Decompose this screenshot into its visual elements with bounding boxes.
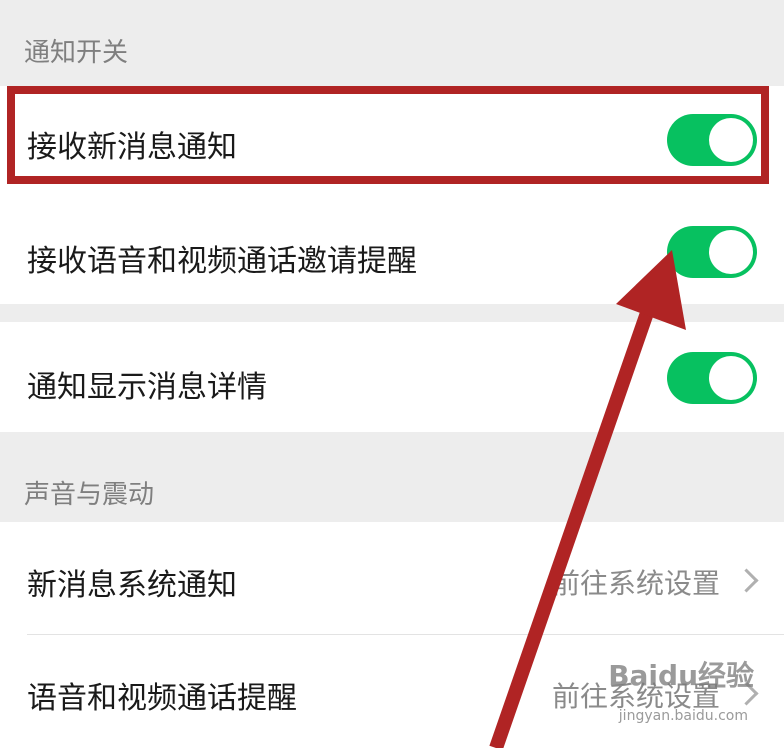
watermark-url: jingyan.baidu.com: [618, 708, 748, 724]
watermark-brand: Baidu经验: [608, 659, 754, 692]
annotation-arrow-icon: [489, 250, 686, 748]
